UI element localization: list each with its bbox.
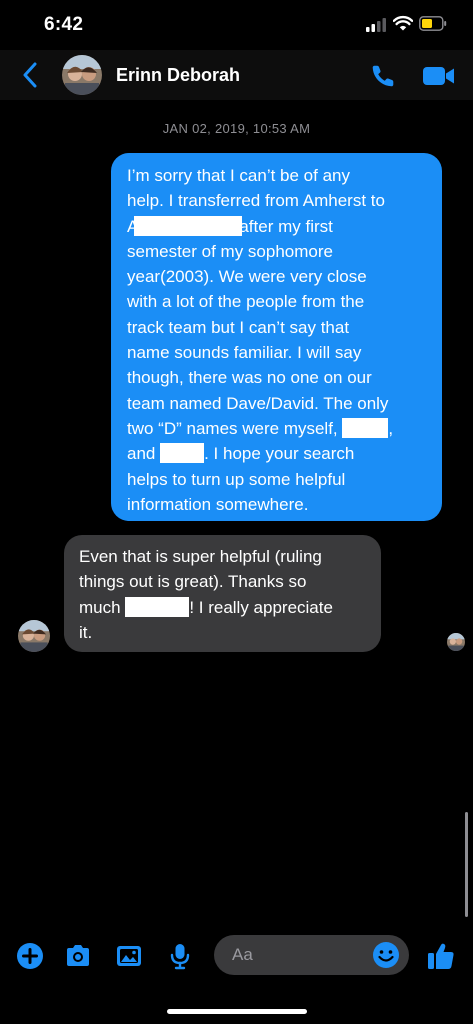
avatar-photo-icon [62,55,102,95]
redaction-box [134,215,243,236]
message-line: though, there was no one on our [127,368,372,388]
message-line: two “D” names were myself, , [127,416,430,441]
sender-avatar[interactable] [18,620,50,652]
message-line: name sounds familiar. I will say [127,343,362,363]
message-text: , [388,418,394,438]
avatar-photo-icon [18,620,50,652]
contact-name[interactable]: Erinn Deborah [116,65,240,86]
cellular-signal-icon [366,18,386,32]
message-line: and . I hope your search [127,441,430,466]
message-line: things out is great). Thanks so [79,572,307,592]
message-timestamp: JAN 02, 2019, 10:53 AM [162,121,311,136]
video-call-icon[interactable] [422,64,456,88]
phone-call-icon[interactable] [370,63,396,89]
status-bar: 6:42 [0,0,473,50]
message-line: help. I transferred from Amherst to [127,191,385,211]
sent-message-bubble[interactable]: I’m sorry that I can’t be of any help. I… [111,153,442,521]
message-text: . I hope your search [204,444,355,464]
message-text: much [79,597,121,617]
camera-icon[interactable] [64,942,92,970]
message-line: it. [79,622,93,642]
wifi-icon [393,15,413,31]
message-text: and [127,444,156,464]
message-line: helps to turn up some helpful [127,469,346,489]
message-line: team named Dave/David. The only [127,393,389,413]
message-line: Even that is super helpful (ruling [79,547,322,566]
message-line: with a lot of the people from the [127,292,365,312]
contact-avatar[interactable] [62,55,102,95]
message-line: Aafter my first [127,215,333,236]
message-line: semester of my sophomore [127,241,333,261]
back-chevron-icon[interactable] [22,62,38,88]
photo-gallery-icon[interactable] [115,942,143,970]
message-line: track team but I can’t say that [127,317,350,337]
home-indicator[interactable] [167,1009,307,1014]
message-composer [0,930,473,982]
message-text: after my first [239,216,333,236]
redaction-box [160,443,205,464]
thumbs-up-icon[interactable] [425,940,457,972]
redaction-box [342,417,389,438]
redaction-box [125,596,190,617]
clock: 6:42 [44,14,84,35]
message-line: much ! I really appreciate [79,595,369,620]
received-message-bubble[interactable]: Even that is super helpful (ruling thing… [64,535,381,652]
message-line: year(2003). We were very close [127,267,367,287]
message-text: two “D” names were myself, [127,418,338,438]
battery-icon [419,16,447,31]
scroll-indicator[interactable] [465,812,468,917]
message-line: I’m sorry that I can’t be of any [127,166,350,185]
emoji-icon[interactable] [372,941,400,969]
message-line: information somewhere. [127,494,309,514]
conversation-header: Erinn Deborah [0,50,473,100]
message-text: ! I really appreciate [189,597,333,617]
avatar-photo-icon [447,633,465,651]
microphone-icon[interactable] [166,942,194,970]
plus-circle-icon[interactable] [16,942,44,970]
read-receipt-avatar [447,633,465,651]
